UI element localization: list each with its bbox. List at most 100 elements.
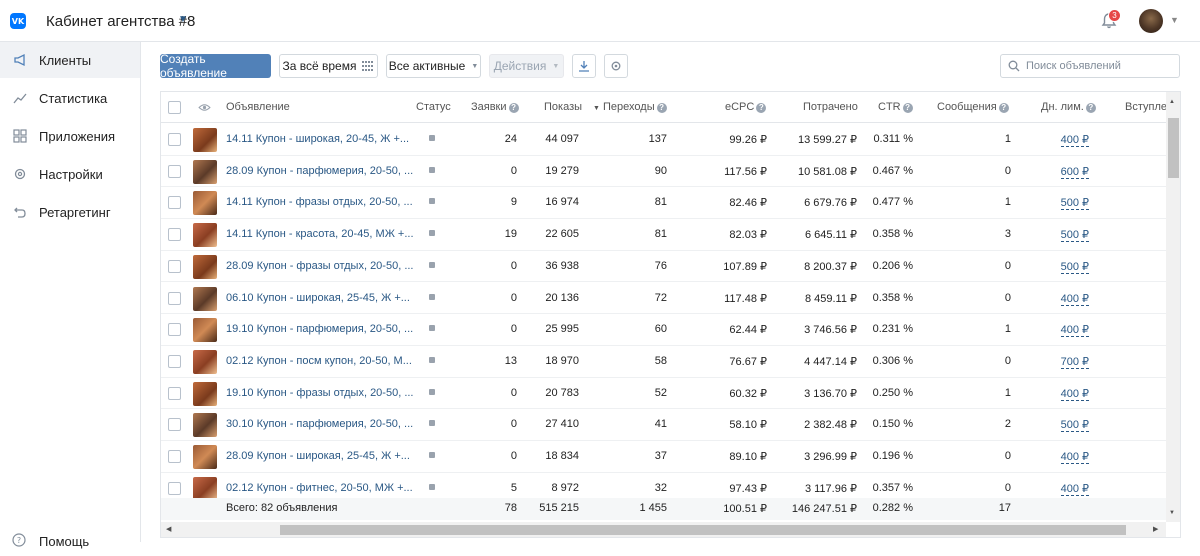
- settings-button[interactable]: [604, 54, 628, 78]
- question-icon[interactable]: ?: [508, 103, 519, 113]
- scroll-right-icon[interactable]: ▶: [1153, 525, 1158, 533]
- eye-icon[interactable]: [198, 103, 211, 112]
- ad-name-link[interactable]: 28.09 Купон - широкая, 25-45, Ж +...: [226, 450, 410, 462]
- scroll-left-icon[interactable]: ◀: [166, 525, 171, 533]
- row-checkbox[interactable]: [168, 418, 181, 432]
- table-row[interactable]: 14.11 Купон - широкая, 20-45, Ж +... 24 44…: [161, 124, 1166, 156]
- sidebar-item-clients[interactable]: Клиенты: [0, 42, 140, 78]
- table-row[interactable]: 19.10 Купон - парфюмерия, 20-50, ... 0 25 …: [161, 314, 1166, 346]
- column-ctr[interactable]: CTR?: [878, 101, 913, 113]
- row-checkbox[interactable]: [168, 450, 181, 463]
- ad-name-link[interactable]: 02.12 Купон - фитнес, 20-50, МЖ +...: [226, 482, 413, 494]
- table-row[interactable]: 28.09 Купон - парфюмерия, 20-50, ... 0 19 …: [161, 156, 1166, 188]
- ad-name-link[interactable]: 30.10 Купон - парфюмерия, 20-50, ...: [226, 418, 413, 430]
- daily-limit-link[interactable]: 500 ₽: [1060, 229, 1089, 243]
- daily-limit-link[interactable]: 500 ₽: [1060, 197, 1089, 211]
- row-checkbox[interactable]: [168, 323, 181, 337]
- vk-logo-icon[interactable]: VK: [10, 13, 26, 29]
- ad-name-link[interactable]: 28.09 Купон - фразы отдых, 20-50, ...: [226, 260, 413, 272]
- ad-name-link[interactable]: 02.12 Купон - посм купон, 20-50, М...: [226, 355, 412, 367]
- row-checkbox[interactable]: [168, 386, 181, 400]
- scroll-down-icon[interactable]: ▼: [1169, 510, 1175, 516]
- daily-limit-link[interactable]: 500 ₽: [1060, 260, 1089, 274]
- status-indicator-icon[interactable]: [429, 420, 435, 427]
- row-checkbox[interactable]: [168, 481, 181, 495]
- row-checkbox[interactable]: [168, 133, 181, 146]
- table-row[interactable]: 14.11 Купон - красота, 20-45, МЖ +... 19 2…: [161, 219, 1166, 251]
- table-row[interactable]: 02.12 Купон - посм купон, 20-50, М... 13 1…: [161, 346, 1166, 378]
- row-checkbox[interactable]: [168, 228, 181, 242]
- column-spent[interactable]: Потрачено: [803, 101, 858, 113]
- sidebar-item-settings[interactable]: Настройки: [0, 156, 140, 192]
- daily-limit-link[interactable]: 700 ₽: [1060, 355, 1089, 369]
- daily-limit-link[interactable]: 400 ₽: [1060, 324, 1089, 338]
- question-icon[interactable]: ?: [902, 103, 913, 113]
- ad-name-link[interactable]: 14.11 Купон - красота, 20-45, МЖ +...: [226, 228, 414, 240]
- status-indicator-icon[interactable]: [429, 325, 435, 332]
- daily-limit-link[interactable]: 400 ₽: [1060, 451, 1089, 464]
- question-icon[interactable]: ?: [1085, 103, 1096, 113]
- column-daily-limit[interactable]: Дн. лим.?: [1041, 101, 1096, 113]
- ad-thumbnail[interactable]: [193, 128, 217, 152]
- table-row[interactable]: 28.09 Купон - широкая, 25-45, Ж +... 0 18 …: [161, 441, 1166, 473]
- ad-thumbnail[interactable]: [193, 286, 217, 311]
- daily-limit-link[interactable]: 400 ₽: [1060, 482, 1089, 496]
- row-checkbox[interactable]: [168, 164, 181, 178]
- daily-limit-link[interactable]: 400 ₽: [1060, 387, 1089, 401]
- ad-thumbnail[interactable]: [193, 349, 217, 374]
- horizontal-scrollbar[interactable]: ◀ ▶: [161, 522, 1166, 537]
- cabinet-title[interactable]: Кабинет агентства #8: [46, 13, 195, 30]
- daily-limit-link[interactable]: 400 ₽: [1060, 292, 1089, 306]
- ad-name-link[interactable]: 06.10 Купон - широкая, 25-45, Ж +...: [226, 292, 410, 304]
- vertical-scrollbar[interactable]: ▲ ▼: [1166, 92, 1180, 522]
- ad-name-link[interactable]: 19.10 Купон - парфюмерия, 20-50, ...: [226, 323, 413, 335]
- question-icon[interactable]: ?: [756, 103, 767, 113]
- scroll-up-icon[interactable]: ▲: [1169, 99, 1175, 105]
- column-status[interactable]: Статус: [416, 101, 451, 113]
- ad-name-link[interactable]: 28.09 Купон - парфюмерия, 20-50, ...: [226, 165, 413, 177]
- ad-name-link[interactable]: 14.11 Купон - широкая, 20-45, Ж +...: [226, 133, 409, 145]
- horizontal-scroll-thumb[interactable]: [280, 525, 1126, 535]
- status-indicator-icon[interactable]: [429, 388, 435, 395]
- question-icon[interactable]: ?: [998, 103, 1009, 113]
- status-indicator-icon[interactable]: [429, 230, 435, 237]
- status-indicator-icon[interactable]: [429, 293, 435, 300]
- column-ecpc[interactable]: eCPC?: [725, 101, 767, 113]
- question-icon[interactable]: ?: [656, 103, 667, 113]
- ad-thumbnail[interactable]: [193, 445, 217, 469]
- row-checkbox[interactable]: [168, 291, 181, 305]
- ad-thumbnail[interactable]: [193, 413, 217, 438]
- avatar[interactable]: [1139, 9, 1163, 33]
- search-box[interactable]: [1000, 54, 1180, 78]
- daily-limit-link[interactable]: 400 ₽: [1060, 134, 1089, 147]
- period-button[interactable]: За всё время: [279, 54, 378, 78]
- row-checkbox[interactable]: [168, 259, 181, 273]
- ad-name-link[interactable]: 14.11 Купон - фразы отдых, 20-50, ...: [226, 196, 413, 208]
- status-filter-select[interactable]: Все активные ▼: [386, 54, 481, 78]
- download-button[interactable]: [572, 54, 596, 78]
- column-ad[interactable]: Объявление: [226, 101, 290, 113]
- status-indicator-icon[interactable]: [429, 356, 435, 363]
- status-indicator-icon[interactable]: [429, 198, 435, 205]
- row-checkbox[interactable]: [168, 354, 181, 368]
- chevron-down-icon[interactable]: ▼: [178, 14, 188, 25]
- table-row[interactable]: 28.09 Купон - фразы отдых, 20-50, ... 0 36…: [161, 251, 1166, 283]
- table-row[interactable]: 14.11 Купон - фразы отдых, 20-50, ... 9 16…: [161, 187, 1166, 220]
- ad-thumbnail[interactable]: [193, 318, 217, 343]
- column-leads[interactable]: Заявки?: [471, 101, 519, 113]
- status-indicator-icon[interactable]: [429, 135, 435, 141]
- table-row[interactable]: 06.10 Купон - широкая, 25-45, Ж +... 0 20 …: [161, 283, 1166, 315]
- sidebar-item-retargeting[interactable]: Ретаргетинг: [0, 194, 140, 230]
- row-checkbox[interactable]: [168, 196, 181, 210]
- ad-thumbnail[interactable]: [193, 159, 217, 184]
- ad-thumbnail[interactable]: [193, 191, 217, 216]
- daily-limit-link[interactable]: 500 ₽: [1060, 419, 1089, 433]
- actions-select[interactable]: Действия ▼: [489, 54, 564, 78]
- select-all-checkbox[interactable]: [168, 101, 181, 114]
- avatar-chevron-down-icon[interactable]: ▼: [1170, 15, 1179, 25]
- ad-thumbnail[interactable]: [193, 223, 217, 248]
- ad-thumbnail[interactable]: [193, 381, 217, 406]
- create-ad-button[interactable]: Создать объявление: [160, 52, 271, 80]
- column-clicks[interactable]: ▼ Переходы?: [593, 101, 667, 113]
- table-row[interactable]: 19.10 Купон - фразы отдых, 20-50, ... 0 20…: [161, 378, 1166, 410]
